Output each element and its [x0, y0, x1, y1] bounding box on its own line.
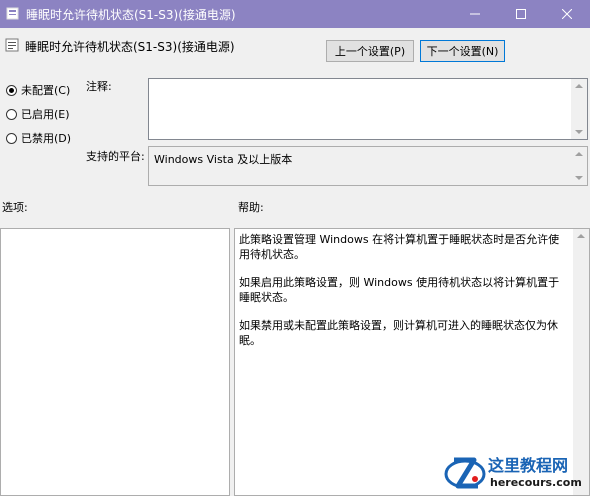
scroll-down-icon[interactable] — [575, 130, 583, 134]
window-title: 睡眠时允许待机状态(S1-S3)(接通电源) — [26, 8, 236, 22]
help-paragraph: 此策略设置管理 Windows 在将计算机置于睡眠状态时是否允许使用待机状态。 — [239, 233, 560, 261]
options-label: 选项: — [2, 201, 28, 214]
policy-app-icon — [6, 7, 19, 20]
radio-disabled[interactable]: 已禁用(D) — [6, 130, 71, 146]
minimize-icon — [470, 13, 480, 15]
close-button[interactable] — [544, 0, 590, 28]
policy-setting-icon — [5, 38, 19, 52]
supported-on-box: Windows Vista 及以上版本 — [148, 146, 588, 186]
help-paragraph: 如果禁用或未配置此策略设置，则计算机可进入的睡眠状态仅为休眠。 — [239, 319, 558, 347]
supported-scrollbar[interactable] — [571, 147, 587, 185]
comment-scrollbar[interactable] — [571, 79, 587, 139]
help-text: 此策略设置管理 Windows 在将计算机置于睡眠状态时是否允许使用待机状态。 … — [235, 229, 573, 348]
scroll-down-icon[interactable] — [575, 176, 583, 180]
scroll-up-icon[interactable] — [575, 152, 583, 156]
radio-label: 未配置(C) — [21, 84, 71, 97]
comment-textarea[interactable] — [148, 78, 588, 140]
radio-indicator[interactable] — [6, 132, 17, 144]
watermark-url: herecours.com — [490, 476, 582, 489]
next-setting-button[interactable]: 下一个设置(N) — [420, 40, 505, 62]
help-paragraph: 如果启用此策略设置，则 Windows 使用待机状态以将计算机置于睡眠状态。 — [239, 276, 560, 304]
radio-label: 已禁用(D) — [21, 132, 72, 145]
options-panel — [0, 228, 230, 496]
policy-name: 睡眠时允许待机状态(S1-S3)(接通电源) — [25, 40, 235, 54]
radio-enabled[interactable]: 已启用(E) — [6, 106, 70, 122]
maximize-button[interactable] — [498, 0, 544, 28]
supported-on-value: Windows Vista 及以上版本 — [154, 153, 293, 166]
radio-label: 已启用(E) — [21, 108, 70, 121]
comment-label: 注释: — [86, 80, 112, 93]
help-label: 帮助: — [238, 201, 264, 214]
supported-on-label: 支持的平台: — [86, 150, 145, 163]
radio-indicator[interactable] — [6, 108, 17, 120]
help-scrollbar[interactable] — [573, 229, 589, 495]
radio-indicator[interactable] — [6, 84, 17, 96]
scroll-up-icon[interactable] — [577, 234, 585, 238]
watermark-logo — [444, 457, 486, 489]
maximize-icon — [516, 9, 526, 19]
previous-setting-button[interactable]: 上一个设置(P) — [326, 40, 414, 62]
scroll-up-icon[interactable] — [575, 84, 583, 88]
close-icon — [562, 9, 572, 19]
watermark-title: 这里教程网 — [488, 456, 569, 475]
title-bar: 睡眠时允许待机状态(S1-S3)(接通电源) — [0, 0, 590, 28]
minimize-button[interactable] — [452, 0, 498, 28]
radio-not-configured[interactable]: 未配置(C) — [6, 82, 70, 98]
